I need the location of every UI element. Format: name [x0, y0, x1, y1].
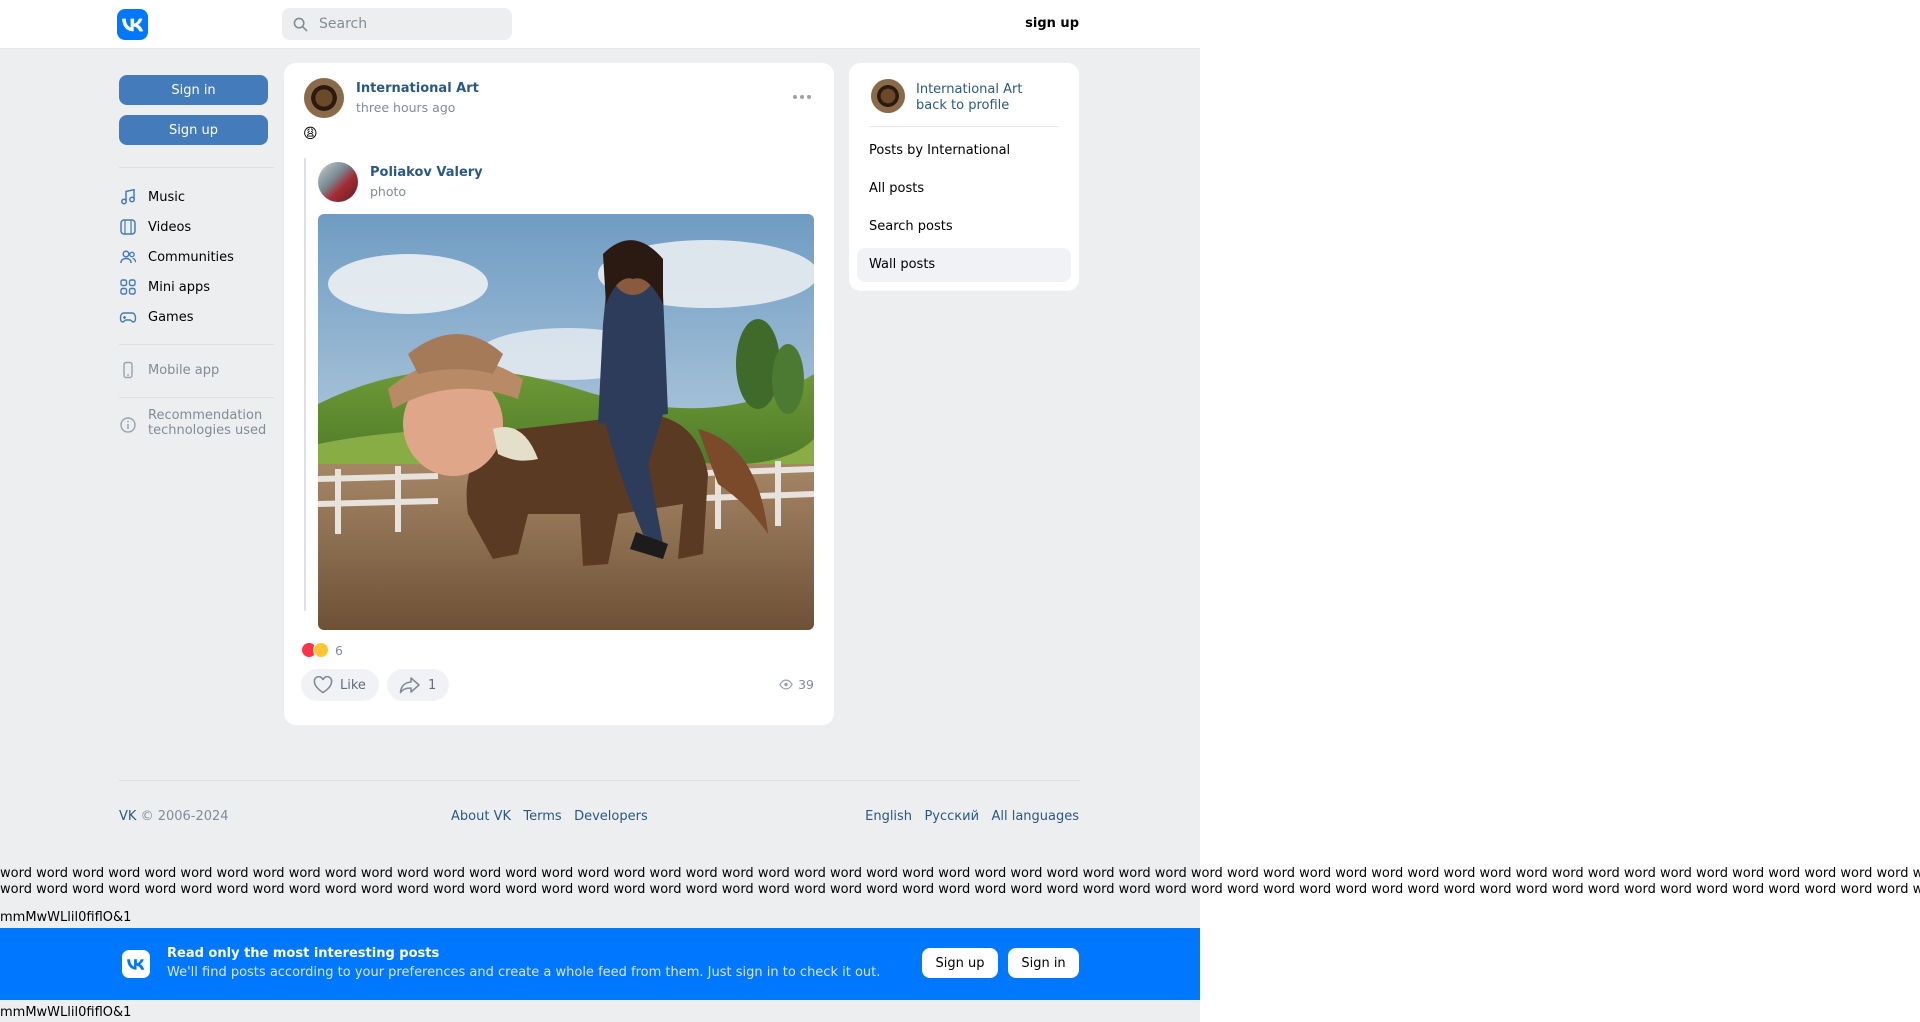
nav-label-videos: Videos — [148, 219, 192, 235]
banner-sign-in-button[interactable]: Sign in — [1008, 948, 1079, 978]
more-options-icon[interactable] — [793, 95, 811, 99]
reactions-summary[interactable]: 6 — [301, 642, 343, 658]
lang-all-link[interactable]: All languages — [991, 809, 1079, 824]
banner-sign-up-button[interactable]: Sign up — [922, 948, 998, 978]
search-box[interactable] — [282, 8, 512, 40]
music-icon — [121, 188, 135, 205]
like-label: Like — [340, 677, 366, 693]
nav-divider — [119, 397, 274, 398]
vk-glyph-icon — [127, 958, 145, 970]
header-signup-link[interactable]: sign up — [1025, 16, 1079, 31]
community-avatar[interactable] — [871, 79, 905, 113]
banner-title: Read only the most interesting posts — [167, 946, 440, 961]
side-item-posts-by[interactable]: Posts by International — [869, 143, 1010, 158]
footer-divider — [119, 780, 1080, 781]
heart-icon — [313, 676, 333, 694]
repost-line — [304, 158, 306, 611]
photo-illustration — [318, 214, 814, 630]
lang-russian-link[interactable]: Русский — [924, 809, 979, 824]
author-avatar[interactable] — [304, 78, 344, 118]
search-input[interactable] — [317, 15, 501, 33]
nav-label-music: Music — [148, 189, 185, 205]
share-icon — [399, 677, 420, 694]
top-header: sign up — [0, 0, 1200, 49]
apps-icon — [120, 279, 136, 295]
post-emoji: 😩 — [303, 126, 318, 142]
nav-item-communities[interactable]: Communities — [119, 245, 234, 269]
repost-author-avatar[interactable] — [318, 162, 358, 202]
post-time[interactable]: three hours ago — [356, 100, 455, 115]
info-icon — [120, 417, 136, 433]
share-button[interactable]: 1 — [387, 669, 449, 701]
post-photo[interactable] — [318, 214, 814, 630]
nav-label-games: Games — [148, 309, 194, 325]
side-item-wall-posts[interactable]: Wall posts — [857, 248, 1071, 282]
back-to-profile-link[interactable]: back to profile — [916, 98, 1009, 113]
reactions-count: 6 — [335, 642, 343, 658]
users-icon — [120, 250, 137, 264]
filler-words: word word word word word word word word … — [0, 866, 1920, 898]
nav-divider — [119, 344, 274, 345]
nav-item-music[interactable]: Music — [119, 185, 185, 209]
nav-item-mini-apps[interactable]: Mini apps — [119, 275, 210, 299]
nav-label-mini-apps: Mini apps — [148, 279, 211, 295]
nav-label-recommendation: Recommendation technologies used — [148, 408, 267, 438]
footer-vk-link[interactable]: VK — [119, 809, 136, 824]
side-item-all-posts[interactable]: All posts — [869, 181, 924, 196]
community-name-link[interactable]: International Art — [916, 82, 1022, 97]
views-counter: 39 — [779, 677, 814, 692]
nav-divider — [119, 167, 274, 168]
footer-developers-link[interactable]: Developers — [574, 809, 648, 824]
signup-banner: Read only the most interesting posts We'… — [0, 928, 1200, 1000]
phone-icon — [123, 361, 133, 379]
footer-copyright-text: © 2006-2024 — [140, 809, 229, 824]
filler-words-line: word word word word word word word word … — [0, 866, 1920, 881]
repost-author-link[interactable]: Poliakov Valery — [370, 165, 483, 180]
lang-english-link[interactable]: English — [865, 809, 912, 824]
profile-nav-card: International Art back to profile Posts … — [849, 63, 1079, 291]
share-count: 1 — [428, 677, 437, 693]
nav-label-communities: Communities — [148, 249, 234, 265]
vk-glyph-icon — [121, 18, 143, 31]
banner-vk-logo-icon — [122, 950, 150, 978]
search-icon — [293, 17, 308, 31]
nav-item-recommendation[interactable]: Recommendation technologies used — [119, 408, 268, 442]
nav-item-mobile-app[interactable]: Mobile app — [119, 358, 219, 382]
laugh-reaction-icon — [313, 642, 329, 658]
side-item-search-posts[interactable]: Search posts — [869, 219, 953, 234]
nav-item-games[interactable]: Games — [119, 305, 193, 329]
banner-subtitle: We'll find posts according to your prefe… — [167, 965, 881, 980]
footer-about-link[interactable]: About VK — [451, 809, 511, 824]
vk-logo-icon[interactable] — [117, 9, 148, 40]
filler-glyphs: mmMwWLlil0fiflO&1 — [0, 910, 132, 925]
like-button[interactable]: Like — [301, 669, 379, 701]
sign-in-button[interactable]: Sign in — [119, 75, 268, 105]
video-icon — [120, 219, 136, 235]
footer-copyright: VK © 2006-2024 — [119, 809, 229, 824]
nav-item-videos[interactable]: Videos — [119, 215, 191, 239]
filler-glyphs: mmMwWLlil0fiflO&1 — [0, 1005, 132, 1020]
footer-links: About VK Terms Developers — [451, 809, 648, 824]
post-author-link[interactable]: International Art — [356, 81, 479, 96]
side-divider — [869, 126, 1059, 127]
gamepad-icon — [119, 312, 137, 323]
post-card: International Art three hours ago 😩 Poli… — [284, 63, 834, 725]
eye-icon — [779, 679, 793, 690]
views-count: 39 — [798, 677, 814, 692]
side-item-wall-posts-label: Wall posts — [869, 257, 936, 272]
nav-label-mobile-app: Mobile app — [148, 362, 220, 378]
footer-terms-link[interactable]: Terms — [523, 809, 561, 824]
sign-up-button[interactable]: Sign up — [119, 115, 268, 145]
filler-words-line: word word word word word word word word … — [0, 882, 1920, 897]
repost-type: photo — [370, 184, 407, 199]
footer-languages: English Русский All languages — [865, 809, 1079, 824]
